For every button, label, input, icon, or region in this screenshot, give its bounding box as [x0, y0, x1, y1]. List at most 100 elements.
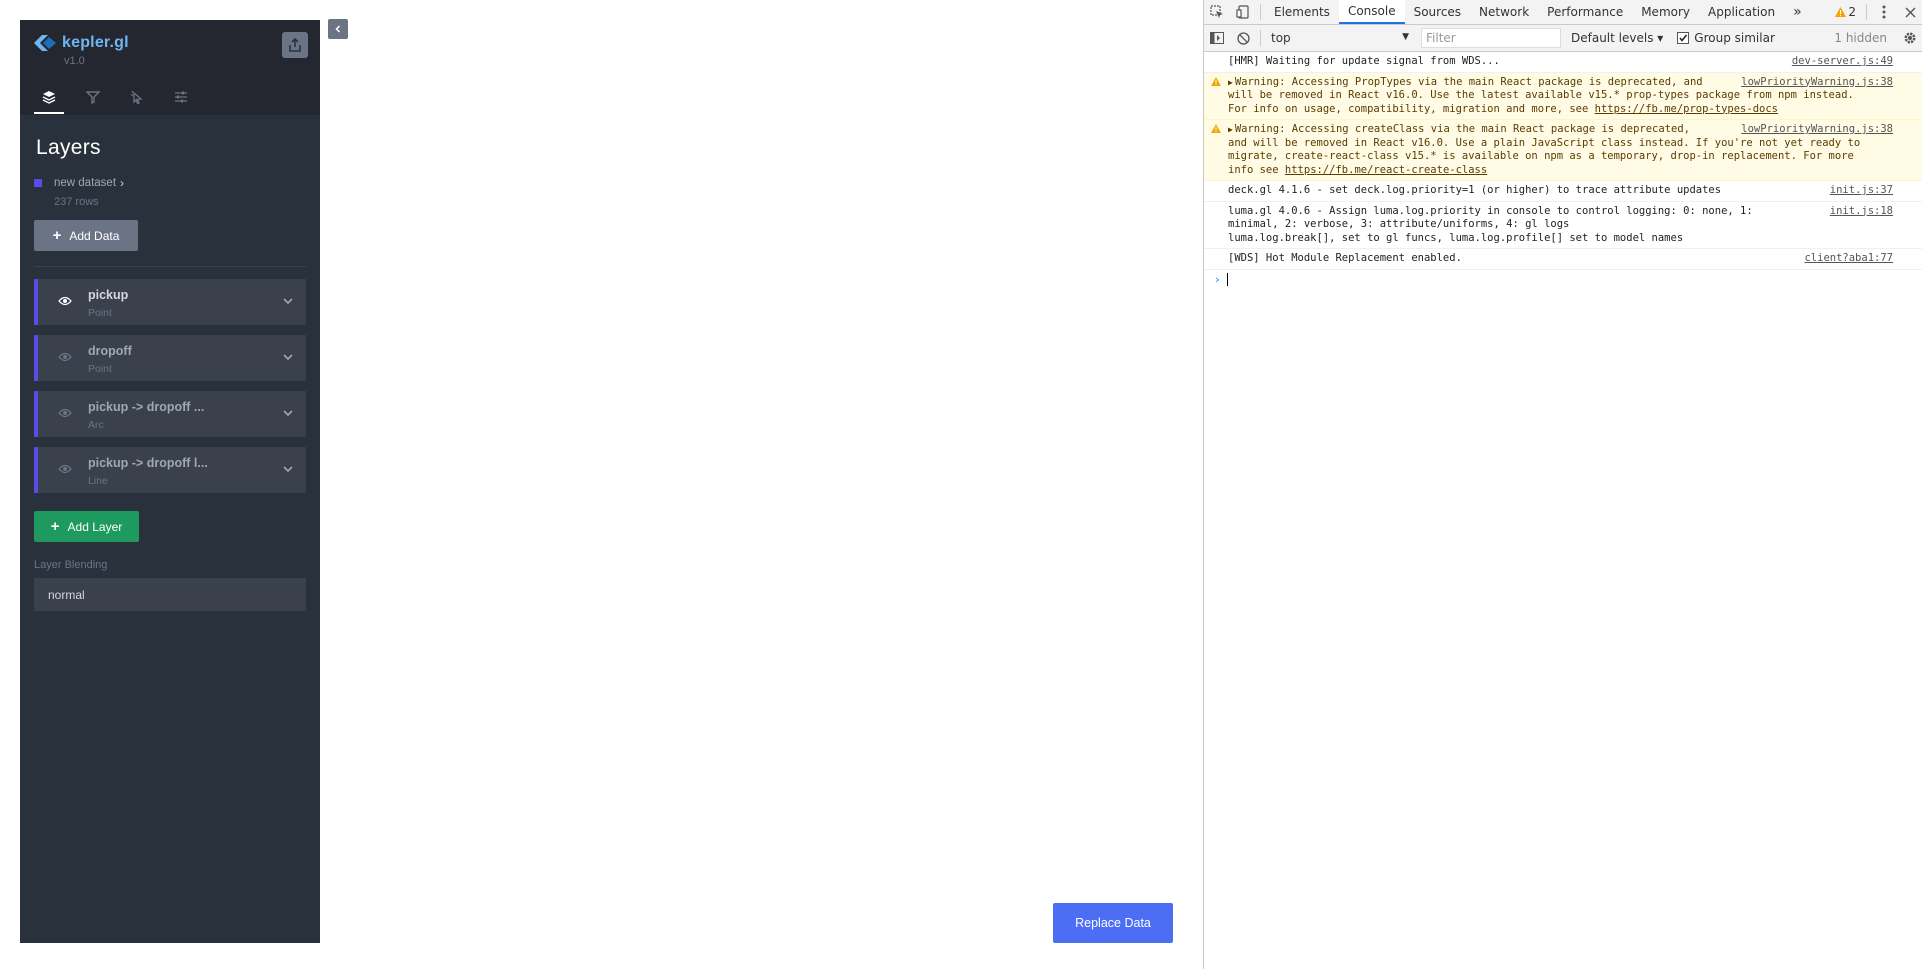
add-data-button[interactable]: + Add Data: [34, 220, 138, 251]
plus-icon: +: [52, 227, 62, 244]
customize-menu-button[interactable]: [1871, 0, 1897, 24]
group-similar-label: Group similar: [1694, 31, 1775, 45]
layer-name[interactable]: pickup -> dropoff l...: [88, 456, 208, 470]
chevron-down-icon[interactable]: [282, 295, 294, 307]
layer-item[interactable]: dropoff Point: [34, 335, 306, 381]
tab-layers[interactable]: [34, 82, 64, 114]
layer-blending-select[interactable]: normal: [34, 578, 306, 611]
dataset-title[interactable]: new dataset ›: [34, 176, 306, 190]
layer-name[interactable]: pickup -> dropoff ...: [88, 400, 204, 414]
eye-closed-icon[interactable]: [58, 408, 72, 418]
tab-performance[interactable]: Performance: [1538, 0, 1632, 24]
tab-network[interactable]: Network: [1470, 0, 1538, 24]
context-select[interactable]: top ▼: [1265, 28, 1411, 48]
layer-item[interactable]: pickup Point: [34, 279, 306, 325]
layer-name[interactable]: pickup: [88, 288, 128, 302]
console-prompt[interactable]: ›: [1204, 270, 1922, 286]
layer-item[interactable]: pickup -> dropoff ... Arc: [34, 391, 306, 437]
layer-type: Arc: [88, 419, 104, 431]
tab-interactions[interactable]: [122, 82, 152, 112]
message-text: [WDS] Hot Module Replacement enabled.: [1228, 252, 1462, 264]
close-icon: [1905, 7, 1915, 17]
message-text: Warning: Accessing PropTypes via the mai…: [1234, 75, 1703, 88]
eye-closed-icon[interactable]: [58, 464, 72, 474]
message-text: and will be removed in React v16.0. Use …: [1228, 136, 1861, 149]
tab-sources[interactable]: Sources: [1405, 0, 1470, 24]
console-settings-button[interactable]: [1897, 26, 1922, 50]
group-similar-checkbox[interactable]: Group similar: [1677, 31, 1775, 45]
message-text: [HMR] Waiting for update signal from WDS…: [1228, 55, 1500, 67]
tab-application[interactable]: Application: [1699, 0, 1784, 24]
message-text: luma.log.break[], set to gl funcs, luma.…: [1228, 231, 1684, 244]
kebab-menu-icon: [1882, 5, 1886, 19]
log-levels-select[interactable]: Default levels ▾: [1571, 31, 1663, 45]
device-icon: [1236, 5, 1249, 19]
warning-icon: [1211, 76, 1221, 86]
layer-item[interactable]: pickup -> dropoff l... Line: [34, 447, 306, 493]
message-source-link[interactable]: init.js:37: [1830, 184, 1893, 198]
tab-elements[interactable]: Elements: [1265, 0, 1339, 24]
message-text: will be removed in React v16.0. Use the …: [1228, 89, 1854, 101]
layers-section: Layers new dataset › 237 rows + Add Data…: [20, 136, 320, 611]
console-message: luma.gl 4.0.6 - Assign luma.log.priority…: [1204, 202, 1922, 249]
divider: [1260, 4, 1261, 20]
kepler-logo: kepler.gl: [34, 34, 129, 52]
dataset-row-count: 237 rows: [54, 196, 99, 208]
divider: [1260, 30, 1261, 46]
dropdown-arrow-icon: ▼: [1402, 32, 1409, 42]
hidden-messages-count: 1 hidden: [1834, 31, 1887, 45]
add-layer-label: Add Layer: [67, 519, 123, 534]
message-source-link[interactable]: init.js:18: [1830, 205, 1893, 219]
checkbox-checked-icon: [1677, 32, 1690, 44]
expand-triangle-icon[interactable]: ▶: [1228, 125, 1233, 134]
clear-console-button[interactable]: [1230, 26, 1256, 50]
more-tabs-button[interactable]: »: [1784, 0, 1811, 24]
layer-type: Point: [88, 307, 112, 319]
tab-filters[interactable]: [78, 82, 108, 112]
console-filter-input[interactable]: Filter: [1421, 28, 1561, 48]
share-icon: [289, 38, 301, 52]
chevron-left-icon: [335, 25, 341, 33]
layer-type: Line: [88, 475, 108, 487]
layer-list: pickup Point dropoff Point pickup -> dro…: [34, 279, 306, 493]
warning-count: 2: [1848, 5, 1856, 19]
devtools-tabbar: Elements Console Sources Network Perform…: [1204, 0, 1922, 25]
inspect-element-button[interactable]: [1204, 0, 1230, 24]
panel-tabs: [34, 82, 210, 114]
inspect-icon: [1210, 5, 1223, 18]
chevron-down-icon[interactable]: [282, 351, 294, 363]
divider: [1866, 4, 1867, 20]
layer-name[interactable]: dropoff: [88, 344, 132, 358]
eye-closed-icon[interactable]: [58, 352, 72, 362]
message-url-link[interactable]: https://fb.me/react-create-class: [1285, 164, 1487, 176]
message-source-link[interactable]: dev-server.js:49: [1792, 55, 1893, 69]
console-warning: ▶ Warning: Accessing createClass via the …: [1204, 120, 1922, 181]
warning-icon: [1835, 7, 1847, 17]
add-layer-button[interactable]: + Add Layer: [34, 511, 139, 542]
sidebar-toggle-button[interactable]: [1204, 26, 1230, 50]
console-warning: ▶ Warning: Accessing PropTypes via the ma…: [1204, 72, 1922, 120]
message-source-link[interactable]: lowPriorityWarning.js:38: [1741, 123, 1893, 137]
layer-type: Point: [88, 363, 112, 375]
eye-icon[interactable]: [58, 296, 72, 306]
message-source-link[interactable]: client?aba1:77: [1804, 252, 1893, 266]
close-devtools-button[interactable]: [1897, 0, 1922, 24]
layers-icon: [42, 91, 56, 104]
block-icon: [1236, 31, 1250, 45]
tab-console[interactable]: Console: [1338, 0, 1405, 24]
chevron-down-icon[interactable]: [282, 407, 294, 419]
collapse-panel-button[interactable]: [328, 19, 348, 39]
chevron-down-icon[interactable]: [282, 463, 294, 475]
text-caret: [1226, 272, 1228, 286]
device-toolbar-button[interactable]: [1230, 0, 1256, 24]
tab-map-settings[interactable]: [166, 82, 196, 112]
expand-triangle-icon[interactable]: ▶: [1228, 78, 1233, 87]
message-source-link[interactable]: lowPriorityWarning.js:38: [1741, 76, 1893, 90]
tab-memory[interactable]: Memory: [1632, 0, 1699, 24]
message-url-link[interactable]: https://fb.me/prop-types-docs: [1595, 103, 1778, 115]
warning-counter[interactable]: 2: [1835, 5, 1856, 19]
dataset-color-swatch: [34, 179, 42, 187]
console-toolbar: top ▼ Filter Default levels ▾ Group simi…: [1204, 25, 1922, 52]
export-button[interactable]: [282, 32, 308, 58]
replace-data-button[interactable]: Replace Data: [1053, 903, 1173, 943]
